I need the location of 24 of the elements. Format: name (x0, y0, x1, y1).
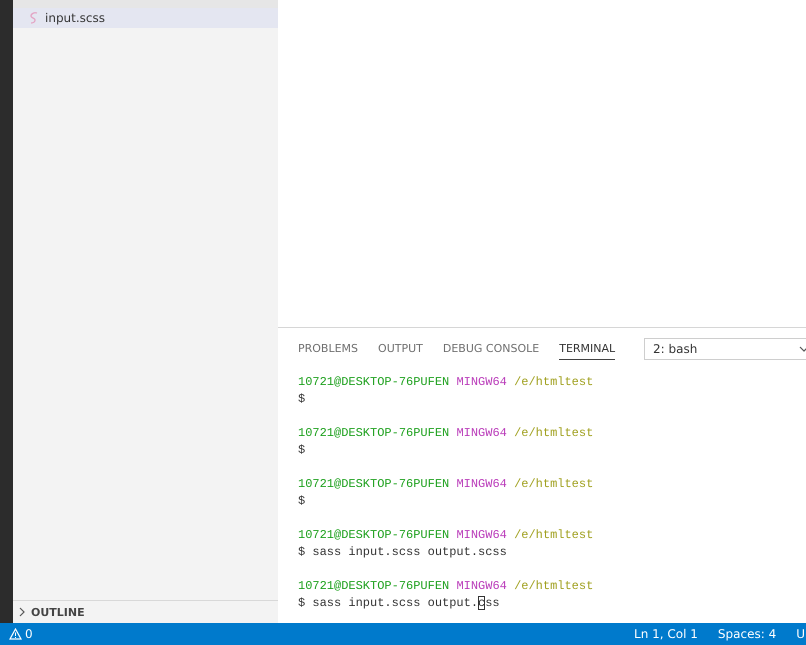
terminal-prompt: 10721@DESKTOP-76PUFEN MINGW64 /e/htmltest (298, 476, 594, 493)
panel-tab[interactable]: OUTPUT (378, 338, 423, 360)
chevron-icon (17, 607, 27, 617)
terminal-command: $ sass input.scss output.scss (298, 544, 508, 561)
chevron-icon (799, 344, 806, 354)
status-item[interactable]: Spaces: 4 (718, 627, 776, 641)
terminal-prompt: 10721@DESKTOP-76PUFEN MINGW64 /e/htmltest (298, 425, 594, 442)
terminal-dropdown[interactable]: 2: bash (644, 338, 806, 360)
file-item[interactable]: input.scss (13, 8, 278, 28)
terminal-command: $ (298, 391, 306, 408)
status-item[interactable]: U (796, 627, 805, 641)
problems-indicator[interactable]: 0 (9, 627, 33, 641)
terminal-prompt: 10721@DESKTOP-76PUFEN MINGW64 /e/htmltest (298, 527, 594, 544)
terminal-prompt: 10721@DESKTOP-76PUFEN MINGW64 /e/htmltest (298, 374, 594, 391)
sass-file-icon (29, 12, 39, 24)
terminal-command: $ (298, 442, 306, 459)
terminal-prompt: 10721@DESKTOP-76PUFEN MINGW64 /e/htmltest (298, 578, 594, 595)
terminal-command: $ (298, 493, 306, 510)
panel-tab[interactable]: PROBLEMS (298, 338, 358, 360)
panel-tab[interactable]: TERMINAL (559, 338, 616, 360)
warning-icon (9, 628, 22, 640)
panel-tab[interactable]: DEBUG CONSOLE (442, 338, 540, 360)
status-item[interactable]: Ln 1, Col 1 (634, 627, 698, 641)
terminal-command: $ sass input.scss output.css (298, 595, 501, 612)
